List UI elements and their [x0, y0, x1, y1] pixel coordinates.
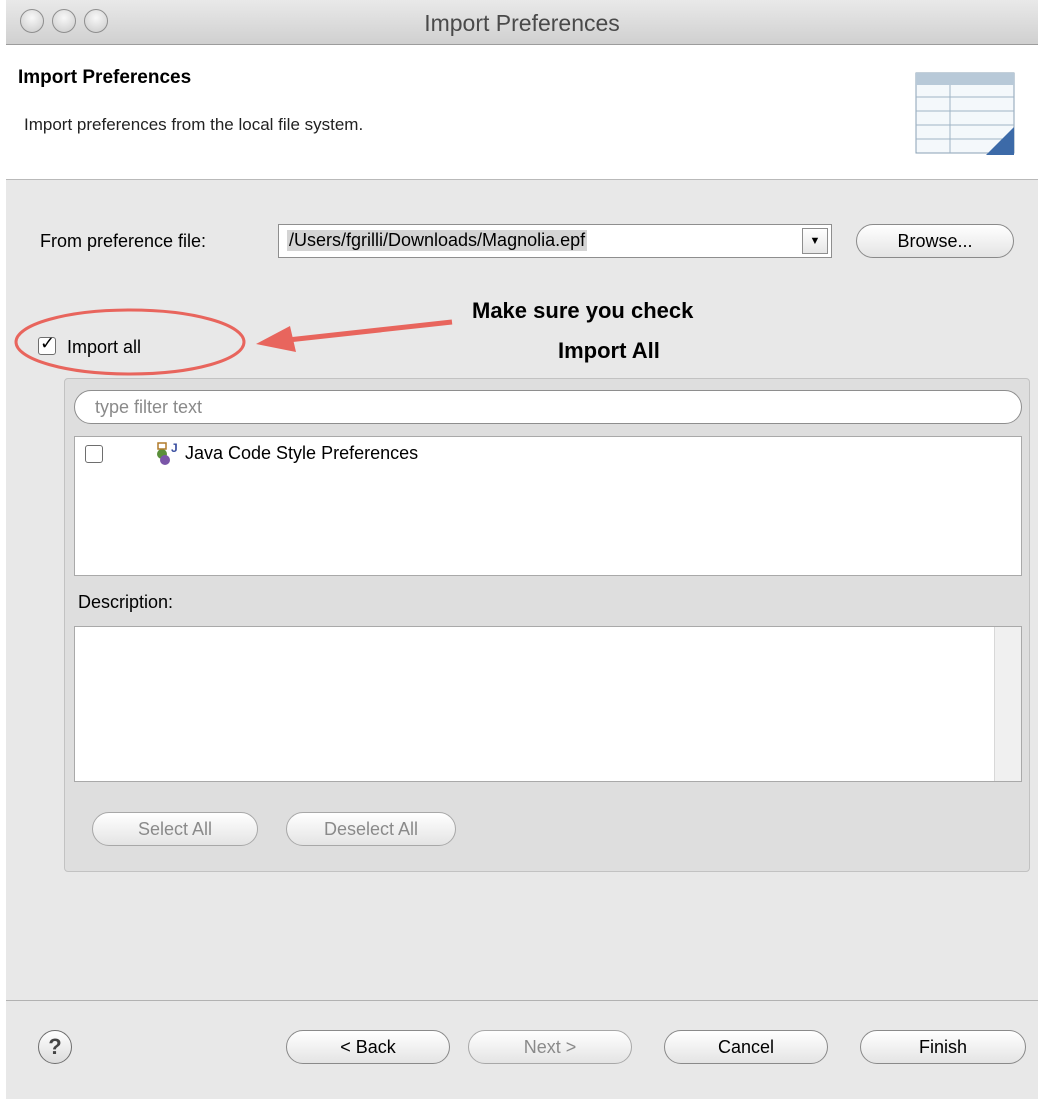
annotation-text-line1: Make sure you check [472, 298, 694, 323]
preference-file-value[interactable]: /Users/fgrilli/Downloads/Magnolia.epf [287, 230, 588, 251]
combo-dropdown-arrow-icon[interactable]: ▼ [802, 228, 828, 254]
java-prefs-icon: J [157, 441, 178, 465]
back-button[interactable]: < Back [286, 1030, 450, 1064]
filter-placeholder: type filter text [95, 397, 203, 417]
svg-text:J: J [171, 441, 178, 455]
help-icon[interactable]: ? [38, 1030, 72, 1064]
finish-button[interactable]: Finish [860, 1030, 1026, 1064]
title-bar: Import Preferences [6, 0, 1038, 45]
description-text-area[interactable] [74, 626, 1022, 782]
preference-file-combo[interactable]: /Users/fgrilli/Downloads/Magnolia.epf [278, 224, 832, 258]
tree-item-checkbox[interactable] [85, 445, 103, 463]
annotation-overlay [14, 308, 453, 376]
from-preference-file-label: From preference file: [40, 231, 207, 251]
page-title: Import Preferences [18, 67, 192, 88]
annotation-arrow-head [256, 326, 296, 352]
tree-item[interactable]: J Java Code Style Preferences [75, 437, 1021, 469]
select-all-button[interactable]: Select All [92, 812, 258, 846]
tree-item-label: Java Code Style Preferences [185, 443, 419, 463]
annotation-text-line2: Import All [558, 338, 660, 363]
cancel-button[interactable]: Cancel [664, 1030, 828, 1064]
annotation-circle [14, 308, 246, 376]
import-preferences-window: Import Preferences Import Preferences Im… [6, 0, 1038, 1099]
deselect-all-button[interactable]: Deselect All [286, 812, 456, 846]
next-button[interactable]: Next > [468, 1030, 632, 1064]
import-wizard-banner-icon [915, 72, 1015, 155]
description-scrollbar[interactable] [994, 627, 1021, 781]
footer-separator [6, 1000, 1038, 1001]
filter-input[interactable]: type filter text [74, 390, 1022, 424]
window-title: Import Preferences [424, 10, 620, 36]
page-description: Import preferences from the local file s… [24, 115, 364, 134]
description-label: Description: [78, 592, 174, 612]
annotation-arrow-line [287, 319, 453, 343]
preferences-tree[interactable]: J Java Code Style Preferences [74, 436, 1022, 576]
wizard-header: Import Preferences Import preferences fr… [6, 45, 1038, 180]
browse-button[interactable]: Browse... [856, 224, 1014, 258]
